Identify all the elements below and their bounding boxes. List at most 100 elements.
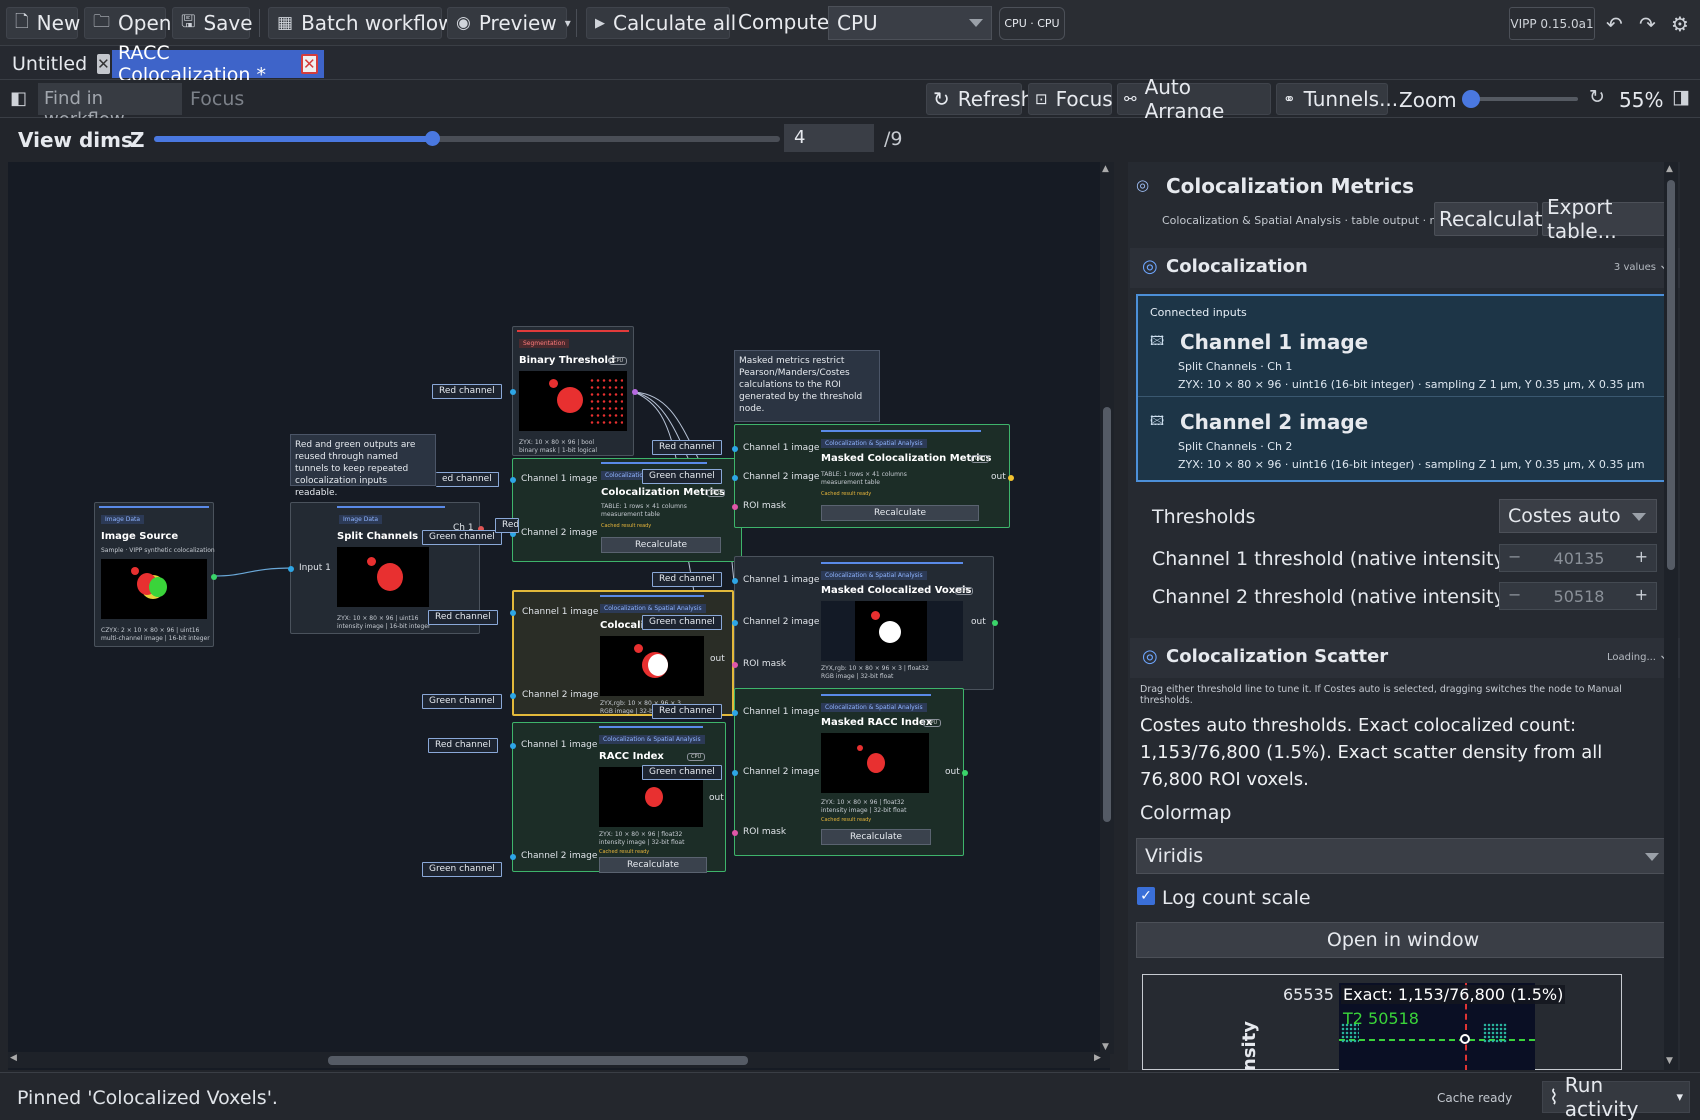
output-port[interactable] xyxy=(211,574,217,580)
input-port[interactable] xyxy=(510,389,516,395)
node-colocalized-voxels[interactable]: Colocalization & Spatial Analysis Coloca… xyxy=(510,590,734,716)
tunnel-green-channel[interactable]: Green channel xyxy=(642,765,722,780)
recalculate-button[interactable]: Recalculate xyxy=(1434,202,1555,236)
sidebar-toggle-icon[interactable]: ◧ xyxy=(10,88,27,109)
colocalization-section-header[interactable]: ◎ Colocalization 3 values ⌄ xyxy=(1130,248,1680,288)
auto-arrange-button[interactable]: ⚯ Auto Arrange xyxy=(1117,75,1271,123)
plot-area[interactable]: Exact: 1,153/76,800 (1.5%) T2 50518 xyxy=(1339,983,1566,1070)
tunnel-red-channel[interactable]: Red channel xyxy=(652,704,722,719)
z-value-input[interactable]: 4 xyxy=(784,124,874,152)
input-port[interactable] xyxy=(510,477,516,483)
tunnel-green-channel[interactable]: Green channel xyxy=(642,469,722,484)
node-masked-racc-index[interactable]: Colocalization & Spatial Analysis Masked… xyxy=(732,688,968,856)
reset-zoom-icon[interactable]: ↻ xyxy=(1589,86,1605,108)
log-count-checkbox[interactable]: ✓ xyxy=(1137,887,1155,905)
tab-racc-colocalization[interactable]: RACC Colocalization * ✕ xyxy=(112,42,324,86)
canvas-vertical-scrollbar[interactable]: ▲ ▼ xyxy=(1100,162,1114,1054)
colormap-select[interactable]: Viridis xyxy=(1136,838,1670,874)
scroll-thumb[interactable] xyxy=(328,1056,748,1065)
scroll-thumb[interactable] xyxy=(1667,180,1675,570)
scatter-plot[interactable]: nsity 65535 Exact: 1,153/76,800 (1.5%) T… xyxy=(1142,974,1622,1070)
tunnels-button[interactable]: ⚭ Tunnels... xyxy=(1276,83,1398,115)
recalculate-button[interactable]: Recalculate xyxy=(601,537,721,553)
input-port[interactable] xyxy=(732,475,738,481)
tunnel-red-channel[interactable]: Red channel xyxy=(432,384,502,399)
ch1-threshold-stepper[interactable]: − 40135 + xyxy=(1499,544,1657,572)
new-button[interactable]: 🗋 New xyxy=(6,7,80,39)
open-button[interactable]: 🗀 Open xyxy=(84,7,171,39)
tunnel-red-channel[interactable]: Red channel xyxy=(652,440,722,455)
refresh-button[interactable]: ↻ Refresh xyxy=(926,83,1033,115)
z-slider-handle[interactable] xyxy=(425,131,440,146)
preview-button[interactable]: ◉ Preview ▾ xyxy=(447,7,571,39)
focus-button[interactable]: ⊡ Focus xyxy=(1028,83,1113,115)
input-port[interactable] xyxy=(732,710,738,716)
output-port[interactable] xyxy=(992,620,998,626)
recalculate-button[interactable]: Recalculate xyxy=(599,857,707,873)
node-masked-colocalization-metrics[interactable]: Colocalization & Spatial Analysis Masked… xyxy=(732,424,1014,528)
close-icon[interactable]: ✕ xyxy=(300,54,318,74)
workflow-canvas[interactable]: Red and green outputs are reused through… xyxy=(8,162,1110,1070)
input-port[interactable] xyxy=(288,566,294,572)
panel-toggle-icon[interactable]: ◨ xyxy=(1672,86,1690,108)
tunnel-red-channel[interactable]: Red xyxy=(495,518,519,533)
recalculate-button[interactable]: Recalculate xyxy=(821,829,931,845)
input-port[interactable] xyxy=(732,662,738,668)
batch-workflow-button[interactable]: ▦ Batch workflow xyxy=(268,7,455,39)
input-port[interactable] xyxy=(510,693,516,699)
input-port[interactable] xyxy=(732,446,738,452)
tunnel-green-channel[interactable]: Green channel xyxy=(642,615,722,630)
input-port[interactable] xyxy=(510,854,516,860)
run-activity-button[interactable]: ⌇ Run activity ▾ xyxy=(1542,1073,1690,1120)
input-port[interactable] xyxy=(510,743,516,749)
scroll-down-icon[interactable]: ▼ xyxy=(1666,1056,1673,1066)
node-image-source[interactable]: Image Data Image Source Sample · VIPP sy… xyxy=(94,502,217,647)
node-masked-colocalized-voxels[interactable]: Colocalization & Spatial Analysis Masked… xyxy=(732,556,998,690)
tunnel-green-channel[interactable]: Green channel xyxy=(422,694,502,709)
tunnel-green-channel[interactable]: Green channel xyxy=(422,862,502,877)
node-binary-threshold[interactable]: Segmentation Binary Threshold CPU ZYX: 1… xyxy=(510,326,638,456)
input-port[interactable] xyxy=(732,620,738,626)
output-port[interactable] xyxy=(962,770,968,776)
scroll-left-icon[interactable]: ◀ xyxy=(10,1053,17,1063)
output-port[interactable] xyxy=(632,389,638,395)
scroll-right-icon[interactable]: ▶ xyxy=(1094,1053,1101,1063)
plus-icon[interactable]: + xyxy=(1635,547,1648,566)
plus-icon[interactable]: + xyxy=(1635,585,1648,604)
tunnel-red-channel[interactable]: Red channel xyxy=(652,572,722,587)
redo-icon[interactable]: ↷ xyxy=(1639,12,1656,36)
thresholds-select[interactable]: Costes auto xyxy=(1499,499,1657,533)
panel-scrollbar[interactable]: ▲ ▼ xyxy=(1664,162,1678,1070)
zoom-slider-handle[interactable] xyxy=(1462,90,1480,108)
compute-select[interactable]: CPU xyxy=(828,6,992,40)
close-icon[interactable]: ✕ xyxy=(97,54,110,74)
scroll-up-icon[interactable]: ▲ xyxy=(1666,164,1673,174)
scroll-down-icon[interactable]: ▼ xyxy=(1102,1042,1109,1052)
scatter-section-header[interactable]: ◎ Colocalization Scatter Loading... ⌄ xyxy=(1130,638,1680,678)
tunnel-red-channel[interactable]: Red channel xyxy=(428,738,498,753)
tunnel-red-channel[interactable]: Red channel xyxy=(428,610,498,625)
tab-untitled[interactable]: Untitled ✕ xyxy=(6,50,110,78)
input-port[interactable] xyxy=(732,770,738,776)
find-in-workflow-input[interactable]: Find in workflow xyxy=(38,83,182,130)
input-port[interactable] xyxy=(732,578,738,584)
input-port[interactable] xyxy=(510,610,516,616)
output-port[interactable] xyxy=(1008,475,1014,481)
canvas-horizontal-scrollbar[interactable]: ◀ ▶ xyxy=(8,1052,1110,1068)
settings-gear-icon[interactable]: ⚙ xyxy=(1671,12,1689,36)
focus-input[interactable]: Focus xyxy=(186,83,246,115)
save-button[interactable]: 🖫 Save xyxy=(172,7,253,39)
ch2-threshold-stepper[interactable]: − 50518 + xyxy=(1499,582,1657,610)
calculate-all-button[interactable]: ▶ Calculate all xyxy=(586,7,736,39)
input-port[interactable] xyxy=(732,504,738,510)
scroll-up-icon[interactable]: ▲ xyxy=(1102,164,1109,174)
undo-icon[interactable]: ↶ xyxy=(1606,12,1623,36)
open-in-window-button[interactable]: Open in window xyxy=(1136,922,1670,958)
threshold-handle[interactable] xyxy=(1460,1034,1470,1044)
tunnel-green-channel[interactable]: Green channel xyxy=(422,530,502,545)
scroll-thumb[interactable] xyxy=(1103,407,1111,822)
recalculate-button[interactable]: Recalculate xyxy=(821,505,979,521)
node-racc-index[interactable]: Colocalization & Spatial Analysis RACC I… xyxy=(510,722,726,873)
input-port[interactable] xyxy=(732,830,738,836)
export-table-button[interactable]: Export table... xyxy=(1542,195,1668,243)
